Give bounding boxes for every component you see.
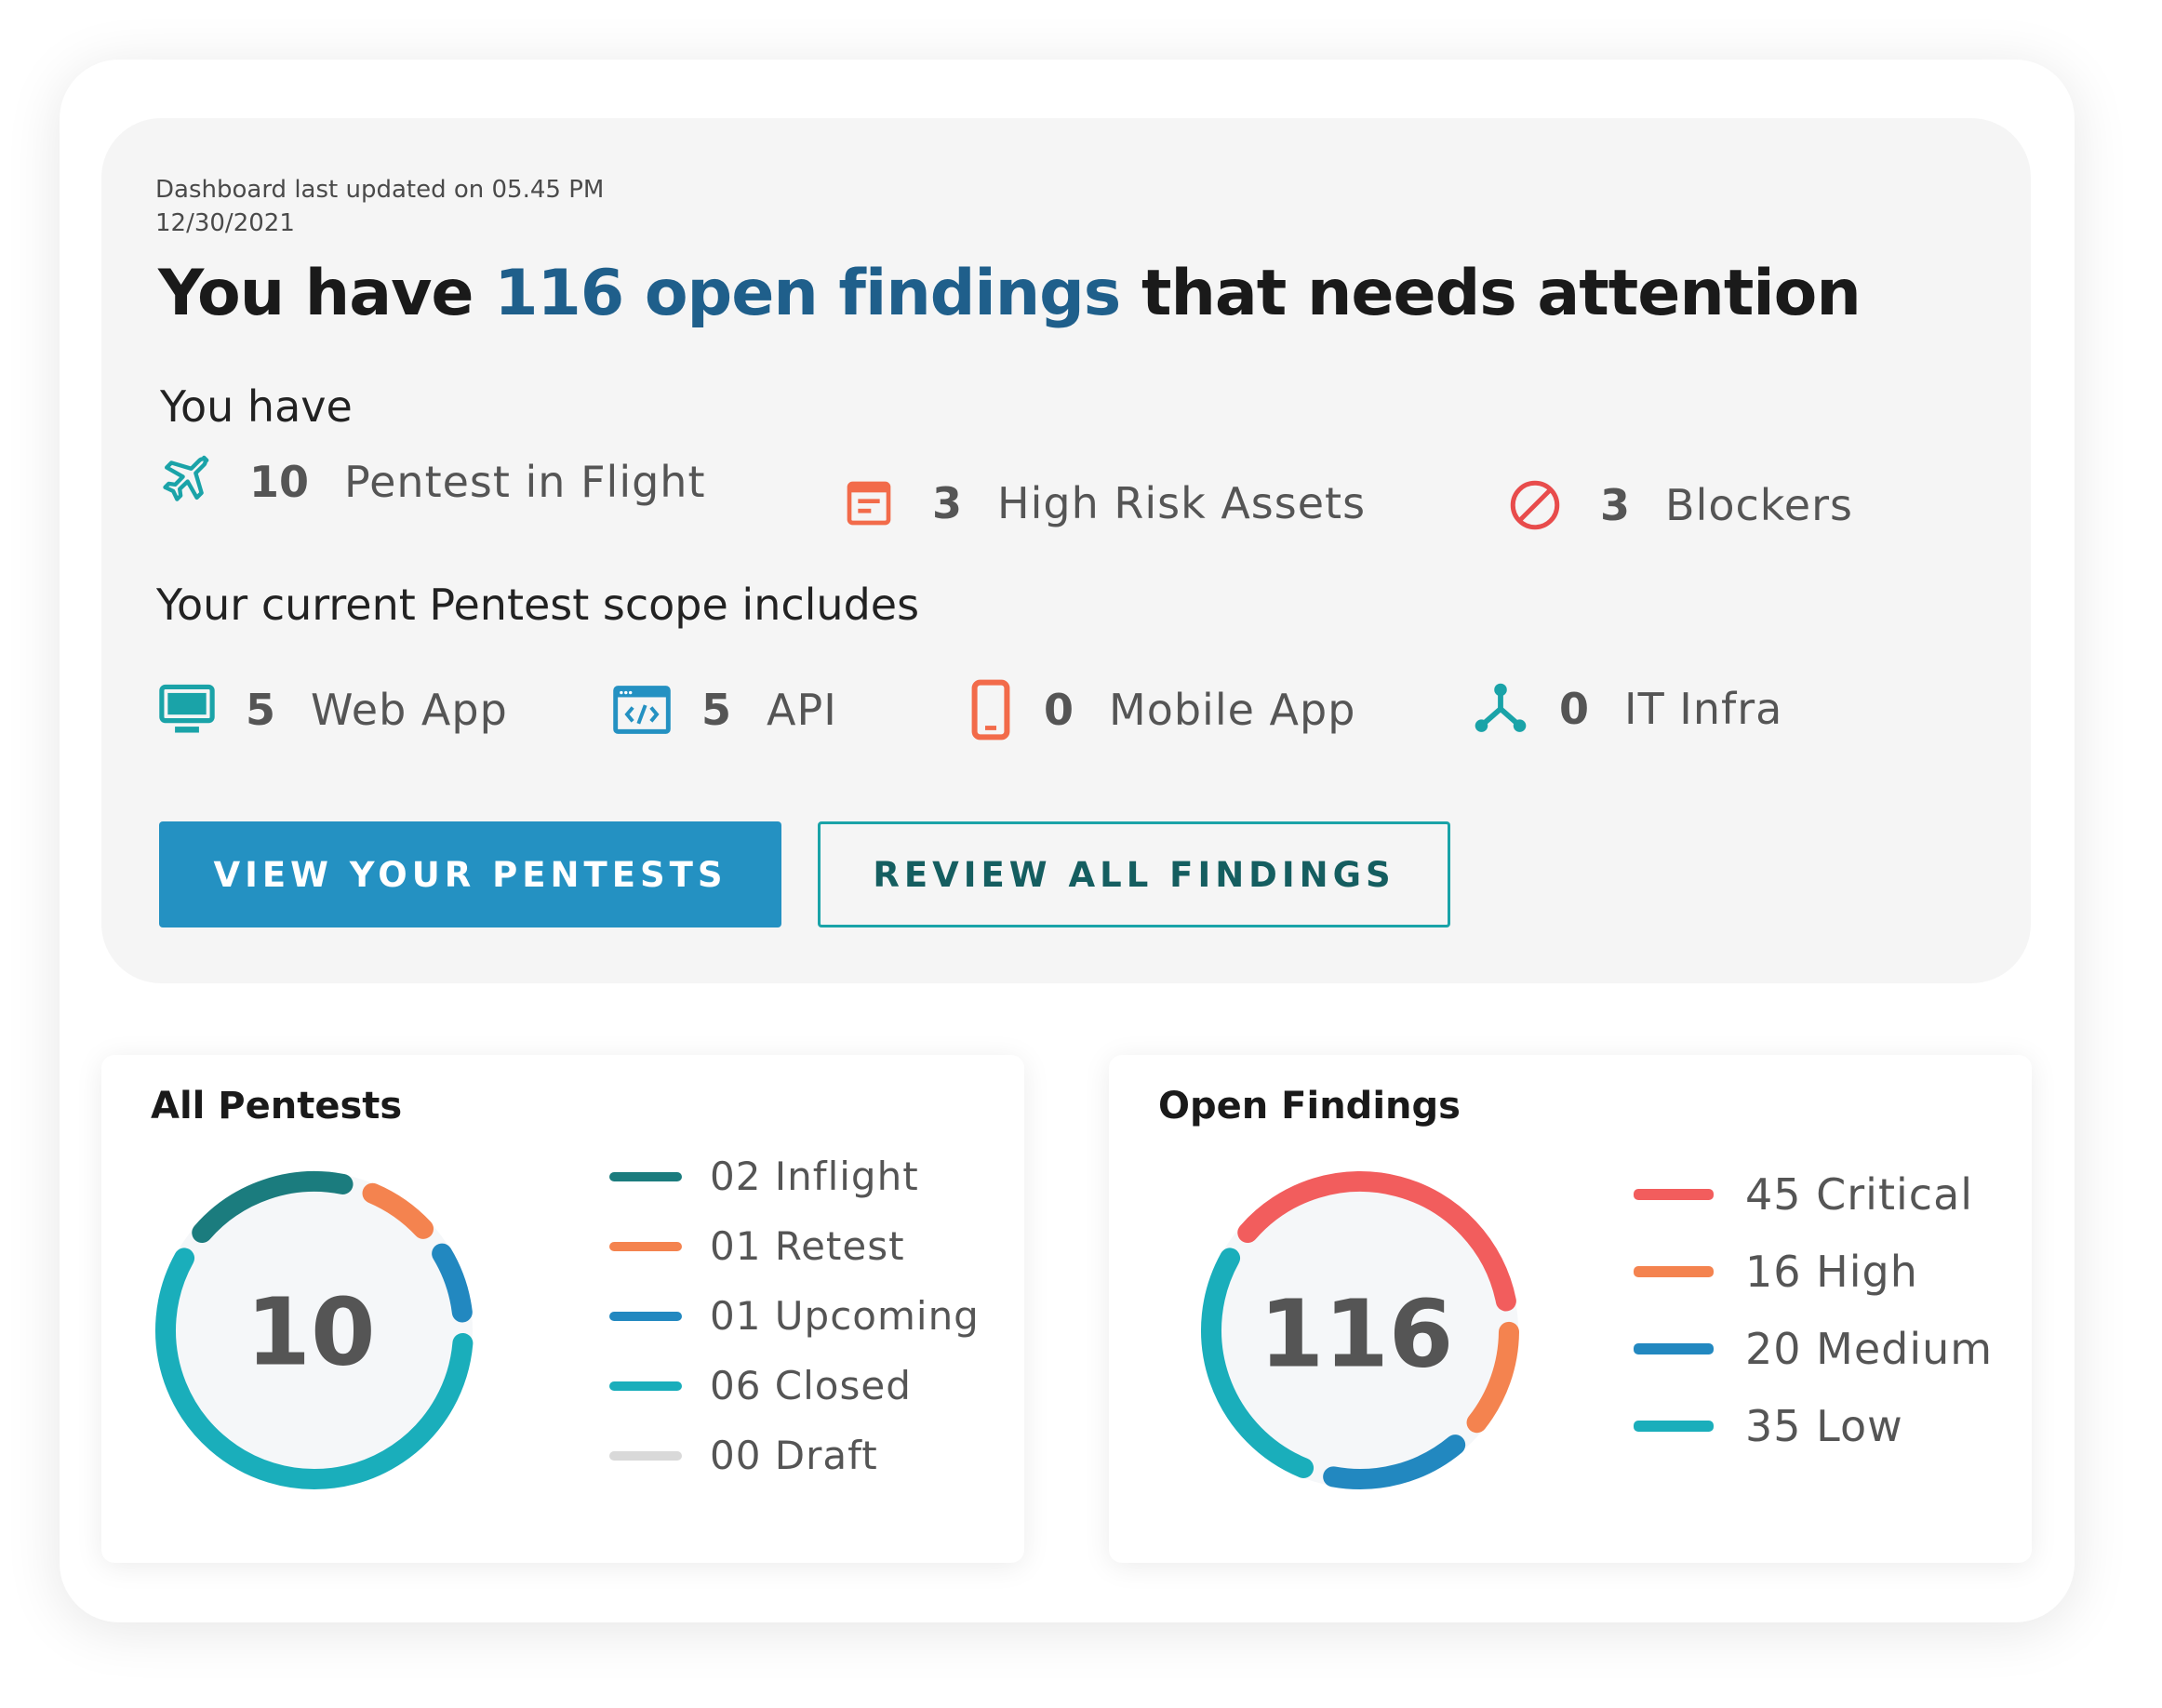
legend-swatch [1634,1421,1714,1432]
stat-value: 10 [249,457,310,507]
last-updated-date: 12/30/2021 [155,209,295,237]
last-updated-text: Dashboard last updated on 05.45 PM 12/30… [155,173,604,240]
scope-label: IT Infra [1624,684,1783,734]
legend-item[interactable]: 35 Low [1634,1401,1903,1451]
headline-findings-link[interactable]: 116 open findings [494,257,1121,330]
blocked-icon [1507,477,1563,533]
stat-blockers[interactable]: 3 Blockers [1507,477,1853,533]
legend-label: 01 Upcoming [710,1293,980,1339]
all-pentests-total: 10 [246,1278,375,1387]
legend-label: 35 Low [1745,1401,1903,1451]
legend-swatch [609,1171,682,1181]
legend-label: 16 High [1745,1247,1918,1297]
mobile-icon [971,679,1010,741]
scope-value: 0 [1559,684,1590,734]
stat-label: High Risk Assets [997,478,1367,528]
legend-swatch [609,1450,682,1461]
open-findings-title: Open Findings [1158,1085,1461,1128]
stat-high-risk-assets[interactable]: 3 High Risk Assets [843,477,1366,529]
scope-mobile-app[interactable]: 0 Mobile App [971,679,1355,741]
legend-label: 45 Critical [1745,1169,1974,1220]
scope-label: Your current Pentest scope includes [156,580,920,630]
legend-item[interactable]: 45 Critical [1634,1169,1973,1220]
legend-swatch [609,1241,682,1251]
scope-web-app[interactable]: 5 Web App [158,683,508,737]
scope-label: Web App [311,685,508,735]
legend-label: 01 Retest [710,1223,905,1269]
legend-label: 00 Draft [710,1433,878,1478]
legend-swatch [1634,1189,1714,1200]
legend-swatch [1634,1343,1714,1354]
legend-item[interactable]: 00 Draft [609,1433,878,1478]
stat-value: 3 [1600,480,1631,530]
all-pentests-donut-chart: 10 [155,1171,474,1489]
legend-swatch [1634,1266,1714,1277]
scope-value: 0 [1044,685,1074,735]
airplane-icon [158,455,212,509]
scope-label: API [767,685,837,735]
open-findings-total: 116 [1260,1280,1454,1389]
legend-item[interactable]: 06 Closed [609,1363,912,1408]
headline-suffix: that needs attention [1120,257,1862,330]
monitor-icon [158,683,216,737]
network-icon [1474,681,1528,737]
page-title: You have 116 open findings that needs at… [158,257,1862,330]
scope-it-infra[interactable]: 0 IT Infra [1474,681,1782,737]
you-have-label: You have [160,381,353,432]
stat-value: 3 [932,478,963,528]
open-findings-donut-chart: 116 [1201,1171,1519,1489]
code-window-icon [612,684,672,736]
legend-item[interactable]: 02 Inflight [609,1154,919,1199]
all-pentests-title: All Pentests [151,1085,403,1128]
document-icon [843,477,895,529]
view-pentests-button[interactable]: VIEW YOUR PENTESTS [159,821,781,927]
legend-label: 20 Medium [1745,1324,1994,1374]
scope-label: Mobile App [1109,685,1356,735]
review-findings-button[interactable]: REVIEW ALL FINDINGS [818,821,1450,927]
legend-label: 06 Closed [710,1363,912,1408]
scope-value: 5 [246,685,276,735]
last-updated-time: Dashboard last updated on 05.45 PM [155,176,605,204]
legend-swatch [609,1381,682,1391]
legend-item[interactable]: 16 High [1634,1247,1918,1297]
scope-value: 5 [701,685,732,735]
stat-pentest-in-flight[interactable]: 10 Pentest in Flight [158,455,706,509]
scope-api[interactable]: 5 API [612,684,837,736]
legend-swatch [609,1311,682,1321]
legend-item[interactable]: 20 Medium [1634,1324,1993,1374]
stat-label: Pentest in Flight [344,457,706,507]
stat-label: Blockers [1665,480,1853,530]
legend-item[interactable]: 01 Retest [609,1223,905,1269]
headline-prefix: You have [158,257,495,330]
legend-label: 02 Inflight [710,1154,919,1199]
legend-item[interactable]: 01 Upcoming [609,1293,980,1339]
